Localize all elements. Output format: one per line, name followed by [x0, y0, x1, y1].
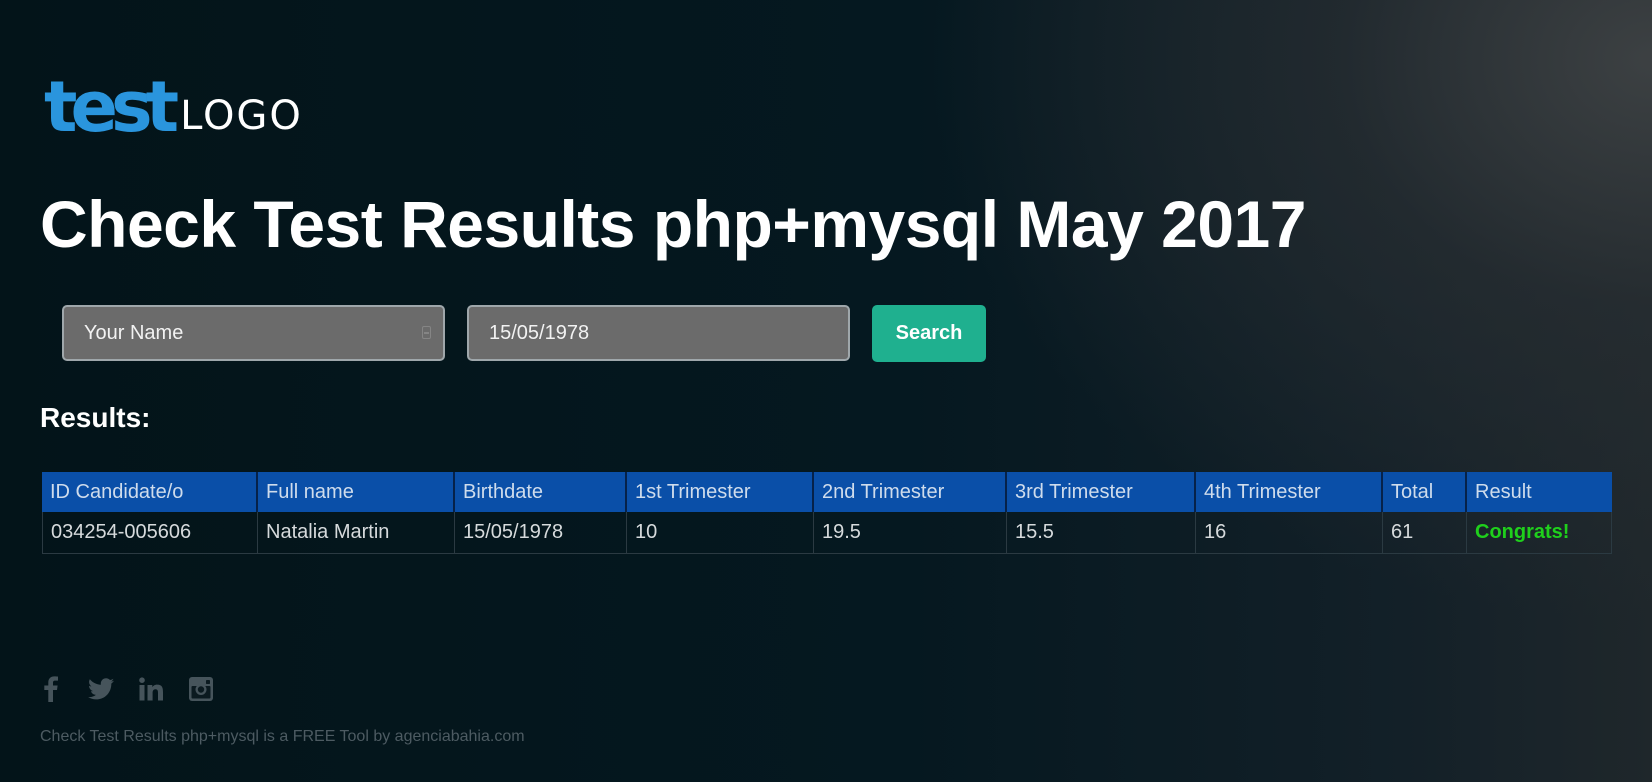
column-header-result: Result	[1467, 472, 1612, 512]
search-button[interactable]: Search	[872, 305, 986, 362]
column-header-3rd-trimester: 3rd Trimester	[1007, 472, 1196, 512]
cell-full-name: Natalia Martin	[258, 512, 455, 554]
column-header-2nd-trimester: 2nd Trimester	[814, 472, 1007, 512]
cell-3rd-trimester: 15.5	[1007, 512, 1196, 554]
logo-logo-text: LOGO	[180, 93, 303, 139]
linkedin-icon[interactable]	[138, 676, 164, 702]
page: test LOGO Check Test Results php+mysql M…	[0, 0, 1652, 782]
autofill-icon[interactable]	[422, 326, 431, 339]
table-row: 034254-005606 Natalia Martin 15/05/1978 …	[42, 512, 1612, 554]
facebook-icon[interactable]	[38, 676, 64, 702]
cell-4th-trimester: 16	[1196, 512, 1383, 554]
cell-result: Congrats!	[1467, 512, 1612, 554]
cell-total: 61	[1383, 512, 1467, 554]
table-header-row: ID Candidate/o Full name Birthdate 1st T…	[42, 472, 1612, 512]
column-header-1st-trimester: 1st Trimester	[627, 472, 814, 512]
cell-1st-trimester: 10	[627, 512, 814, 554]
birthdate-field	[467, 305, 850, 361]
birthdate-input[interactable]	[469, 307, 848, 359]
logo-test-text: test	[44, 66, 179, 148]
page-title: Check Test Results php+mysql May 2017	[40, 187, 1306, 261]
column-header-id: ID Candidate/o	[42, 472, 258, 512]
column-header-4th-trimester: 4th Trimester	[1196, 472, 1383, 512]
name-field	[62, 305, 445, 361]
search-form: Search	[62, 305, 986, 362]
column-header-birthdate: Birthdate	[455, 472, 627, 512]
instagram-icon[interactable]	[188, 676, 214, 702]
logo[interactable]: test LOGO	[44, 62, 303, 142]
column-header-total: Total	[1383, 472, 1467, 512]
cell-2nd-trimester: 19.5	[814, 512, 1007, 554]
results-table: ID Candidate/o Full name Birthdate 1st T…	[42, 472, 1612, 554]
twitter-icon[interactable]	[88, 676, 114, 702]
social-links	[38, 676, 214, 702]
cell-id: 034254-005606	[42, 512, 258, 554]
results-heading: Results:	[40, 402, 151, 433]
footer-text: Check Test Results php+mysql is a FREE T…	[40, 728, 525, 745]
cell-birthdate: 15/05/1978	[455, 512, 627, 554]
name-input[interactable]	[64, 307, 443, 359]
column-header-full-name: Full name	[258, 472, 455, 512]
